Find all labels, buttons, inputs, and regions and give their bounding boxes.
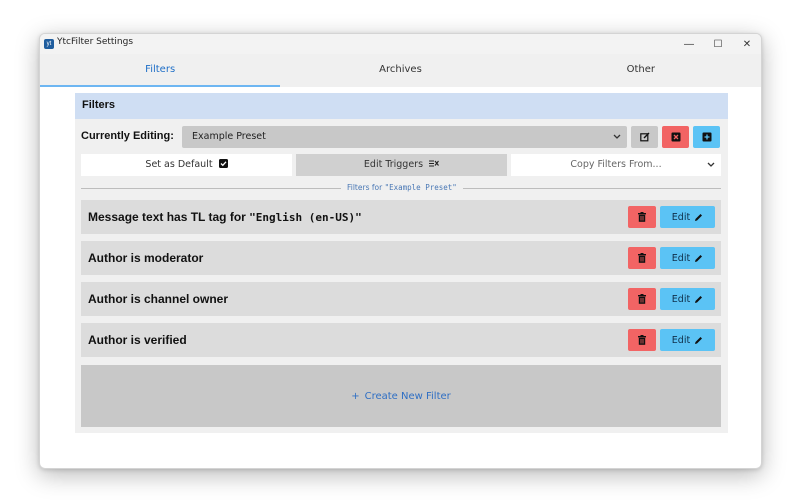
edit-filter-button[interactable]: Edit xyxy=(660,206,715,228)
window-title: YtcFilter Settings xyxy=(57,37,134,47)
x-square-icon xyxy=(671,132,680,142)
edit-filter-button[interactable]: Edit xyxy=(660,329,715,351)
tab-bar: Filters Archives Other xyxy=(40,54,761,87)
triggers-icon xyxy=(429,160,440,167)
edit-filter-button[interactable]: Edit xyxy=(660,288,715,310)
tab-archives[interactable]: Archives xyxy=(280,54,520,87)
copy-filters-select[interactable]: Copy Filters From... xyxy=(511,154,721,176)
delete-filter-button[interactable] xyxy=(628,206,656,228)
edit-triggers-button[interactable]: Edit Triggers xyxy=(296,154,507,176)
rename-preset-button[interactable] xyxy=(631,126,658,148)
pencil-icon xyxy=(695,213,703,221)
filter-title-text: Author is moderator xyxy=(88,251,204,265)
set-default-label: Set as Default xyxy=(145,159,213,170)
trash-icon xyxy=(638,212,646,222)
title-bar: yt YtcFilter Settings — ☐ ✕ xyxy=(40,34,761,54)
filter-title: Author is channel owner xyxy=(88,292,228,306)
edit-label: Edit xyxy=(671,211,691,223)
minimize-button[interactable]: — xyxy=(674,34,704,54)
chevron-down-icon xyxy=(613,126,621,157)
filter-row: Message text has TL tag for "English (en… xyxy=(81,200,721,234)
maximize-button[interactable]: ☐ xyxy=(703,34,733,54)
currently-editing-label: Currently Editing: xyxy=(81,130,174,142)
tab-other[interactable]: Other xyxy=(521,54,761,87)
delete-filter-button[interactable] xyxy=(628,329,656,351)
plus-icon: + xyxy=(351,390,360,402)
delete-preset-button[interactable] xyxy=(662,126,689,148)
filter-title-value: "English (en-US)" xyxy=(249,211,362,224)
edit-label: Edit xyxy=(671,252,691,264)
filter-title-text: Author is channel owner xyxy=(88,292,229,306)
settings-window: yt YtcFilter Settings — ☐ ✕ Filters Arch… xyxy=(39,33,762,469)
close-button[interactable]: ✕ xyxy=(732,34,761,54)
filter-row: Author is moderator Edit xyxy=(81,241,721,275)
preset-value: Example Preset xyxy=(192,131,266,142)
filter-title-text: Author is verified xyxy=(88,333,187,347)
edit-triggers-label: Edit Triggers xyxy=(363,159,424,170)
trash-icon xyxy=(638,294,646,304)
pencil-icon xyxy=(695,254,703,262)
plus-square-icon xyxy=(702,132,711,142)
pencil-icon xyxy=(695,295,703,303)
filter-title: Author is verified xyxy=(88,333,187,347)
filter-row: Author is verified Edit xyxy=(81,323,721,357)
divider-label: Filters for "Example Preset" xyxy=(341,183,463,192)
delete-filter-button[interactable] xyxy=(628,288,656,310)
chevron-down-icon xyxy=(707,154,715,185)
filter-row: Author is channel owner Edit xyxy=(81,282,721,316)
filters-panel: Filters Currently Editing: Example Prese… xyxy=(75,93,728,433)
checkbox-checked-icon xyxy=(218,159,228,168)
trash-icon xyxy=(638,253,646,263)
filter-title: Message text has TL tag for "English (en… xyxy=(88,210,362,224)
pencil-icon xyxy=(695,336,703,344)
filter-title: Author is moderator xyxy=(88,251,203,265)
preset-select[interactable]: Example Preset xyxy=(182,126,627,148)
copy-filters-label: Copy Filters From... xyxy=(570,159,662,170)
divider-label-value: "Example Preset" xyxy=(384,183,457,192)
filter-title-text: Message text has TL tag for xyxy=(88,210,246,224)
panel-header: Filters xyxy=(75,93,728,119)
divider-label-prefix: Filters for xyxy=(347,183,383,192)
edit-filter-button[interactable]: Edit xyxy=(660,247,715,269)
edit-icon xyxy=(639,132,649,142)
create-filter-label: Create New Filter xyxy=(364,390,451,402)
set-default-button[interactable]: Set as Default xyxy=(81,154,292,176)
edit-label: Edit xyxy=(671,293,691,305)
panel-heading: Filters xyxy=(82,99,116,111)
app-icon: yt xyxy=(44,39,54,49)
add-preset-button[interactable] xyxy=(693,126,720,148)
delete-filter-button[interactable] xyxy=(628,247,656,269)
create-new-filter-button[interactable]: + Create New Filter xyxy=(81,365,721,427)
edit-label: Edit xyxy=(671,334,691,346)
tab-filters[interactable]: Filters xyxy=(40,54,281,87)
trash-icon xyxy=(638,335,646,345)
